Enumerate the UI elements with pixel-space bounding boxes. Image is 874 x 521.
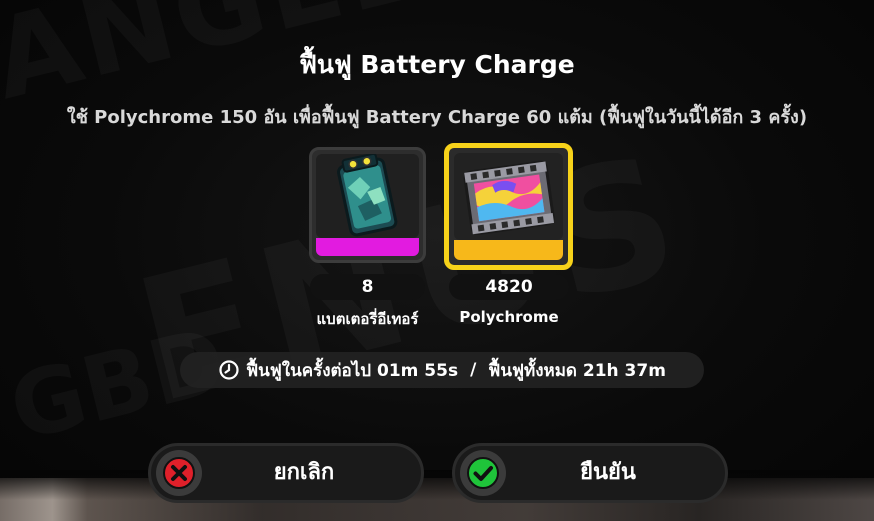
polychrome-item-count: 4820	[449, 274, 569, 300]
battery-recharge-dialog: ANGEL ENUS GBD ฟื้นฟู Battery Charge ใช้…	[0, 0, 874, 521]
clock-icon	[218, 359, 240, 381]
close-circle-icon	[163, 457, 195, 489]
next-recharge-label: ฟื้นฟูในครั้งต่อไป 01m 55s	[246, 360, 459, 381]
timer-separator: /	[470, 360, 477, 380]
battery-item-card[interactable]	[309, 147, 426, 263]
confirm-button-label: ยืนยัน	[580, 460, 636, 485]
check-circle-icon	[467, 457, 499, 489]
dialog-description: ใช้ Polychrome 150 อัน เพื่อฟื้นฟู Batte…	[66, 107, 808, 128]
polychrome-item-icon	[454, 153, 563, 240]
background-fade	[0, 470, 874, 500]
cancel-button[interactable]: ยกเลิก	[148, 443, 424, 503]
battery-item-icon	[316, 152, 419, 238]
polychrome-rarity-bar	[454, 240, 563, 260]
polychrome-item-card[interactable]	[444, 143, 573, 270]
battery-rarity-bar	[316, 238, 419, 256]
battery-item-count: 8	[310, 274, 425, 300]
cancel-button-label: ยกเลิก	[273, 460, 335, 485]
polychrome-item-name: Polychrome	[459, 308, 559, 326]
battery-item-name: แบตเตอรี่อีเทอร์	[316, 310, 419, 328]
recharge-timer: ฟื้นฟูในครั้งต่อไป 01m 55s / ฟื้นฟูทั้งห…	[180, 352, 704, 388]
dialog-title: ฟื้นฟู Battery Charge	[299, 50, 575, 79]
confirm-button[interactable]: ยืนยัน	[452, 443, 728, 503]
full-recharge-label: ฟื้นฟูทั้งหมด 21h 37m	[488, 360, 666, 381]
confirm-icon-wrap	[460, 450, 506, 496]
cancel-icon-wrap	[156, 450, 202, 496]
